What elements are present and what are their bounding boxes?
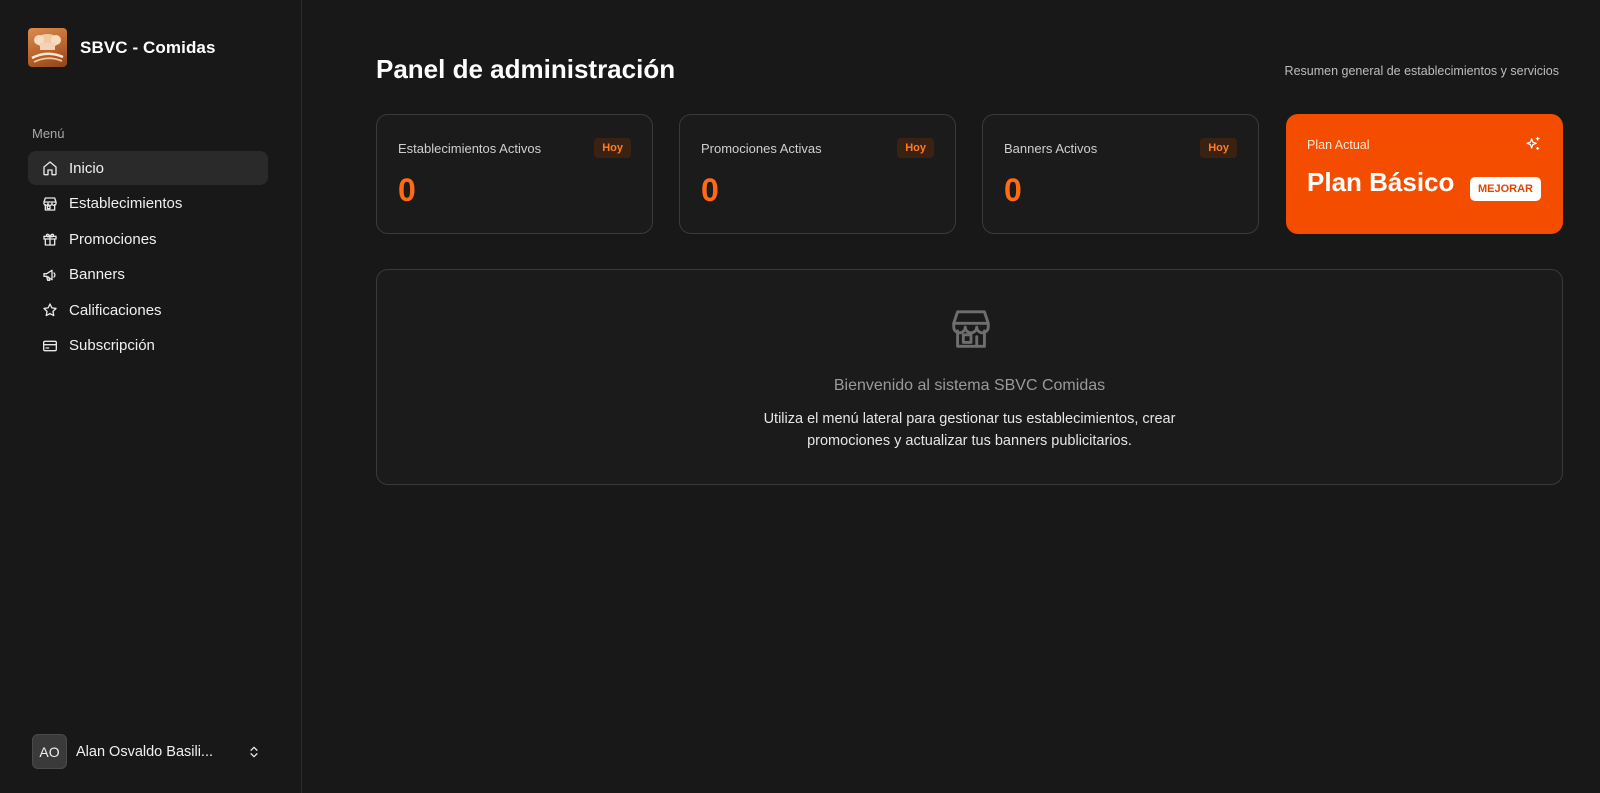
sidebar-item-label: Calificaciones <box>69 301 162 319</box>
sidebar-item-label: Promociones <box>69 230 157 248</box>
brand[interactable]: SBVC - Comidas <box>28 28 216 67</box>
main-content: Panel de administración Resumen general … <box>302 0 1600 793</box>
stat-card-promociones: Promociones Activas Hoy 0 <box>679 114 956 234</box>
sidebar-item-inicio[interactable]: Inicio <box>28 151 268 185</box>
store-icon <box>952 310 990 348</box>
chef-hat-logo <box>28 28 67 67</box>
gift-icon <box>43 233 57 246</box>
home-icon <box>43 161 57 176</box>
menu-label: Menú <box>32 126 65 141</box>
stat-badge: Hoy <box>897 138 934 158</box>
welcome-title: Bienvenido al sistema SBVC Comidas <box>833 377 1106 394</box>
stat-card-banners: Banners Activos Hoy 0 <box>982 114 1259 234</box>
sidebar-item-label: Inicio <box>69 159 105 177</box>
sidebar-item-calificaciones[interactable]: Calificaciones <box>28 293 268 327</box>
upgrade-button[interactable]: MEJORAR <box>1469 177 1541 201</box>
store-icon <box>43 196 57 211</box>
sidebar-item-label: Subscripción <box>69 337 155 354</box>
sidebar-item-banners[interactable]: Banners <box>28 258 268 292</box>
sidebar-item-subscripcion[interactable]: Subscripción <box>28 329 268 363</box>
page-title: Panel de administración <box>376 54 676 84</box>
stat-label: Banners Activos <box>1004 141 1098 156</box>
sidebar-item-promociones[interactable]: Promociones <box>28 222 268 256</box>
app-root: SBVC - Comidas Menú Inicio Establecimien… <box>0 0 1600 793</box>
credit-card-icon <box>43 340 57 351</box>
sparkles-icon <box>1526 136 1540 150</box>
sidebar-item-label: Banners <box>69 266 125 283</box>
stat-card-establecimientos: Establecimientos Activos Hoy 0 <box>376 114 653 234</box>
stat-label: Establecimientos Activos <box>398 141 542 156</box>
plan-name: Plan Básico <box>1307 167 1455 197</box>
stat-value: 0 <box>701 172 719 208</box>
stat-value: 0 <box>398 172 416 208</box>
sidebar-menu: Inicio Establecimientos Promociones Bann… <box>28 151 268 364</box>
star-icon <box>43 303 57 317</box>
user-menu[interactable]: AO Alan Osvaldo Basili... <box>32 734 261 769</box>
welcome-panel: Bienvenido al sistema SBVC Comidas Utili… <box>376 269 1563 485</box>
sidebar-item-establecimientos[interactable]: Establecimientos <box>28 187 268 221</box>
megaphone-icon <box>43 269 56 281</box>
avatar: AO <box>32 734 67 769</box>
stat-badge: Hoy <box>1200 138 1237 158</box>
user-name: Alan Osvaldo Basili... <box>76 743 214 760</box>
sidebar-item-label: Establecimientos <box>69 195 183 212</box>
plan-card: Plan Actual Plan Básico MEJORAR <box>1286 114 1563 234</box>
plan-label: Plan Actual <box>1307 138 1370 152</box>
stat-value: 0 <box>1004 172 1022 208</box>
welcome-text: Utiliza el menú lateral para gestionar t… <box>763 411 1176 449</box>
page-subtitle: Resumen general de establecimientos y se… <box>1284 64 1559 78</box>
sidebar: SBVC - Comidas Menú Inicio Establecimien… <box>0 0 302 793</box>
chevron-up-down-icon <box>250 746 258 757</box>
stat-badge: Hoy <box>594 138 631 158</box>
stat-label: Promociones Activas <box>701 141 822 156</box>
brand-name: SBVC - Comidas <box>80 37 216 57</box>
